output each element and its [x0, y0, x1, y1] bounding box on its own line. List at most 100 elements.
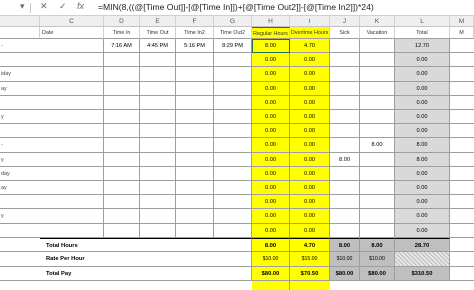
summary-pay-sick[interactable]: $80.00: [330, 266, 360, 282]
cell-time_out[interactable]: [140, 95, 176, 110]
cell-date[interactable]: [40, 209, 104, 224]
column-header-2[interactable]: Time Out: [140, 27, 176, 39]
cell-overtime[interactable]: 0.00: [290, 223, 330, 238]
cell-overtime[interactable]: 0.00: [290, 166, 330, 181]
cell-vacation[interactable]: [360, 195, 395, 210]
cell-regular[interactable]: 0.00: [252, 95, 290, 110]
cell-regular[interactable]: 0.00: [252, 67, 290, 82]
cell-sick[interactable]: [330, 39, 360, 54]
cell-time_in[interactable]: [104, 67, 140, 82]
summary-pay-total[interactable]: $310.50: [395, 266, 450, 282]
cell-time_in2[interactable]: [176, 166, 214, 181]
column-letter-8[interactable]: J: [330, 16, 360, 27]
cell-time_in2[interactable]: [176, 95, 214, 110]
cell-time_in2[interactable]: [176, 181, 214, 196]
cell-vacation[interactable]: [360, 53, 395, 68]
cell-overtime[interactable]: 0.00: [290, 138, 330, 153]
column-letter-6[interactable]: H: [252, 16, 290, 27]
cell-m[interactable]: [450, 53, 474, 68]
summary-total_hours-vacation[interactable]: 8.00: [360, 237, 395, 253]
cell-sick[interactable]: [330, 110, 360, 125]
cell-m[interactable]: [450, 181, 474, 196]
cell-vacation[interactable]: [360, 110, 395, 125]
cell-overtime[interactable]: 0.00: [290, 181, 330, 196]
cell-time_in2[interactable]: [176, 209, 214, 224]
summary-rate-regular[interactable]: $10.00: [252, 252, 290, 267]
cell-time_in2[interactable]: [176, 138, 214, 153]
cell-total[interactable]: 12.70: [395, 39, 450, 54]
cell-vacation[interactable]: [360, 39, 395, 54]
column-letter-2[interactable]: D: [104, 16, 140, 27]
cell-time_out[interactable]: [140, 223, 176, 238]
cell-overtime[interactable]: 0.00: [290, 195, 330, 210]
column-letter-0[interactable]: [0, 16, 40, 27]
cell-date[interactable]: [40, 67, 104, 82]
cell-regular[interactable]: 0.00: [252, 181, 290, 196]
cell-time_out[interactable]: [140, 152, 176, 167]
cell-time_in[interactable]: [104, 124, 140, 139]
cell-vacation[interactable]: [360, 181, 395, 196]
cell-total[interactable]: 0.00: [395, 124, 450, 139]
cell-m[interactable]: [450, 267, 474, 282]
cell-vacation[interactable]: [360, 81, 395, 96]
cell-sick[interactable]: [330, 53, 360, 68]
cell-date[interactable]: [40, 138, 104, 153]
column-header-1[interactable]: Time In: [104, 27, 140, 39]
cell-overtime[interactable]: 0.00: [290, 152, 330, 167]
cell-sick[interactable]: 8.00: [330, 152, 360, 167]
cell-total[interactable]: 0.00: [395, 53, 450, 68]
cell-time_in[interactable]: [104, 195, 140, 210]
column-letter-5[interactable]: G: [214, 16, 252, 27]
cell-regular[interactable]: 0.00: [252, 138, 290, 153]
cell-time_out[interactable]: [140, 67, 176, 82]
cell-regular[interactable]: 0.00: [252, 195, 290, 210]
cell-sick[interactable]: [330, 166, 360, 181]
cell-m[interactable]: [450, 167, 474, 181]
summary-pay-overtime[interactable]: $70.50: [290, 266, 330, 282]
cell-regular[interactable]: 0.00: [252, 81, 290, 96]
cell-vacation[interactable]: [360, 67, 395, 82]
cell-time_out[interactable]: [140, 53, 176, 68]
cell-time_in[interactable]: 7:16 AM: [104, 39, 140, 54]
cell-total[interactable]: 0.00: [395, 223, 450, 238]
summary-rate-vacation[interactable]: $10.00: [360, 252, 395, 267]
summary-total_hours-overtime[interactable]: 4.70: [290, 237, 330, 253]
cell-total[interactable]: 0.00: [395, 209, 450, 224]
cell-time_out2[interactable]: [214, 53, 252, 68]
cell-m[interactable]: [450, 195, 474, 210]
cell-time_out2[interactable]: [214, 67, 252, 82]
cell-time_out2[interactable]: [214, 195, 252, 210]
cell-time_in[interactable]: [104, 209, 140, 224]
cell-date[interactable]: [40, 223, 104, 238]
column-letter-3[interactable]: E: [140, 16, 176, 27]
cell-overtime[interactable]: 0.00: [290, 67, 330, 82]
column-letter-10[interactable]: L: [395, 16, 450, 27]
column-header-10[interactable]: M: [450, 27, 474, 39]
cell-total[interactable]: 0.00: [395, 166, 450, 181]
insert-function-icon[interactable]: fx: [77, 1, 84, 11]
cell-time_out2[interactable]: [214, 110, 252, 125]
cell-m[interactable]: [450, 209, 474, 224]
cell-time_in[interactable]: [104, 181, 140, 196]
column-header-0[interactable]: Date: [40, 27, 104, 39]
cell-time_out2[interactable]: [214, 138, 252, 153]
cell-vacation[interactable]: [360, 124, 395, 139]
column-letter-9[interactable]: K: [360, 16, 395, 27]
cell-regular[interactable]: 0.00: [252, 209, 290, 224]
cell-time_in[interactable]: [104, 95, 140, 110]
cell-m[interactable]: [450, 39, 474, 54]
cell-time_out2[interactable]: 8:29 PM: [214, 39, 252, 54]
cell-time_in2[interactable]: 5:16 PM: [176, 39, 214, 54]
cell-date[interactable]: [40, 39, 104, 54]
cell-sick[interactable]: [330, 209, 360, 224]
cell-time_in2[interactable]: [176, 223, 214, 238]
cell-m[interactable]: [450, 224, 474, 238]
cell-m[interactable]: [450, 67, 474, 82]
cell-date[interactable]: [40, 166, 104, 181]
cell-total[interactable]: 0.00: [395, 110, 450, 125]
cell-time_out[interactable]: [140, 195, 176, 210]
cell-total[interactable]: 8.00: [395, 152, 450, 167]
cell-date[interactable]: [40, 110, 104, 125]
cell-time_in2[interactable]: [176, 195, 214, 210]
cell-time_in[interactable]: [104, 53, 140, 68]
